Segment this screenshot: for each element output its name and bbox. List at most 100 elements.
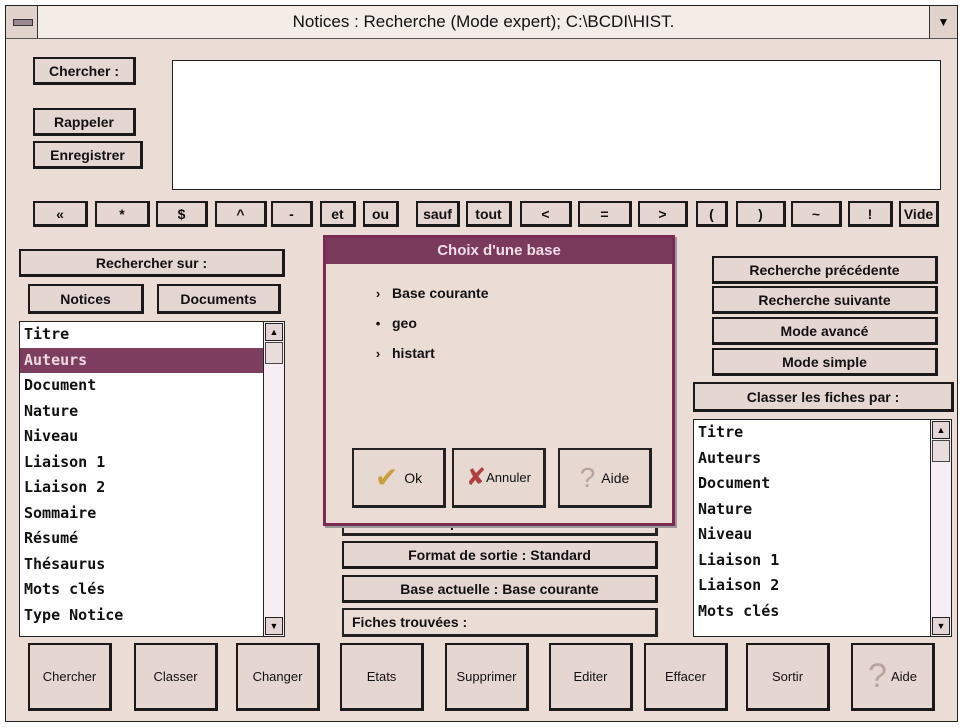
search-query-field[interactable] xyxy=(172,60,941,190)
operator-button[interactable]: tout xyxy=(466,201,512,227)
mode-simple-button[interactable]: Mode simple xyxy=(712,348,938,376)
aide-label: Aide xyxy=(890,669,917,684)
operator-button[interactable]: - xyxy=(271,201,313,227)
annuler-label: Annuler xyxy=(486,470,531,485)
recherche-precedente-button[interactable]: Recherche précédente xyxy=(712,256,938,284)
ok-button[interactable]: ✔ Ok xyxy=(352,448,446,508)
system-menu-button[interactable] xyxy=(6,6,38,38)
notices-button[interactable]: Notices xyxy=(28,284,144,314)
cross-icon: ✘ xyxy=(466,464,487,491)
dialog-title: Choix d'une base xyxy=(326,238,672,264)
main-window: Notices : Recherche (Mode expert); C:\BC… xyxy=(5,5,958,722)
list-item[interactable]: Liaison 2 xyxy=(20,475,284,501)
operator-button[interactable]: = xyxy=(578,201,632,227)
rappeler-button[interactable]: Rappeler xyxy=(33,108,136,136)
list-item[interactable]: Niveau xyxy=(694,522,951,548)
search-fields-list[interactable]: Titre Auteurs Document Nature Niveau Lia… xyxy=(19,321,285,637)
operator-button[interactable]: ( xyxy=(696,201,728,227)
radio-label: Base courante xyxy=(392,285,489,301)
scroll-up-icon[interactable]: ▲ xyxy=(265,323,283,341)
sortir-button[interactable]: Sortir xyxy=(746,643,830,711)
operator-button[interactable]: ^ xyxy=(215,201,267,227)
checkmark-icon: ✔ xyxy=(374,462,399,493)
editer-button[interactable]: Editer xyxy=(549,643,633,711)
annuler-button[interactable]: ✘ Annuler xyxy=(452,448,546,508)
scroll-down-icon[interactable]: ▼ xyxy=(932,617,950,635)
effacer-button[interactable]: Effacer xyxy=(644,643,728,711)
title-bar: Notices : Recherche (Mode expert); C:\BC… xyxy=(6,6,957,39)
window-title: Notices : Recherche (Mode expert); C:\BC… xyxy=(292,12,675,31)
classer-fiches-label: Classer les fiches par : xyxy=(693,382,954,412)
recherche-suivante-button[interactable]: Recherche suivante xyxy=(712,286,938,314)
system-menu-icon xyxy=(13,19,33,26)
format-sortie-button[interactable]: Format de sortie : Standard xyxy=(342,541,658,569)
sort-fields-list[interactable]: Titre Auteurs Document Nature Niveau Lia… xyxy=(693,419,952,637)
radio-geo[interactable]: • geo xyxy=(372,315,417,331)
list-item[interactable]: Type Notice xyxy=(20,603,284,629)
list-item[interactable]: Nature xyxy=(694,497,951,523)
radio-histart[interactable]: › histart xyxy=(372,345,435,361)
operator-button[interactable]: sauf xyxy=(416,201,460,227)
radio-marker-icon: › xyxy=(375,346,381,361)
operator-button[interactable]: Vide xyxy=(899,201,939,227)
operator-button[interactable]: « xyxy=(33,201,88,227)
ok-label: Ok xyxy=(404,469,423,486)
list-item[interactable]: Document xyxy=(20,373,284,399)
choix-base-dialog: Choix d'une base › Base courante • geo › hi… xyxy=(323,235,675,526)
list-item[interactable]: Niveau xyxy=(20,424,284,450)
list-item[interactable]: Nature xyxy=(20,399,284,425)
mode-avance-button[interactable]: Mode avancé xyxy=(712,317,938,345)
supprimer-button[interactable]: Supprimer xyxy=(445,643,529,711)
window-dropdown-button[interactable]: ▼ xyxy=(929,6,957,38)
enregistrer-button[interactable]: Enregistrer xyxy=(33,141,143,169)
scroll-thumb[interactable] xyxy=(265,342,283,364)
list-item[interactable]: Sommaire xyxy=(20,501,284,527)
operator-button[interactable]: * xyxy=(95,201,150,227)
list-item[interactable]: Mots clés xyxy=(694,599,951,625)
operator-button[interactable]: ~ xyxy=(791,201,842,227)
base-actuelle-button[interactable]: Base actuelle : Base courante xyxy=(342,575,658,603)
etats-button[interactable]: Etats xyxy=(340,643,424,711)
changer-button[interactable]: Changer xyxy=(236,643,320,711)
aide-button[interactable]: ? Aide xyxy=(851,643,935,711)
fiches-trouvees-label: Fiches trouvées : xyxy=(352,614,468,630)
list-item[interactable]: Liaison 1 xyxy=(694,548,951,574)
list-item[interactable]: Mots clés xyxy=(20,577,284,603)
scroll-thumb[interactable] xyxy=(932,440,950,462)
radio-base-courante[interactable]: › Base courante xyxy=(372,285,489,301)
operator-button[interactable]: > xyxy=(638,201,688,227)
fiches-trouvees-box: Fiches trouvées : xyxy=(342,608,658,637)
list-item[interactable]: Résumé xyxy=(20,526,284,552)
scrollbar[interactable]: ▲ ▼ xyxy=(930,420,951,636)
list-item[interactable]: Document xyxy=(694,471,951,497)
list-item[interactable]: Thésaurus xyxy=(20,552,284,578)
radio-label: geo xyxy=(392,315,417,331)
operator-button[interactable]: ou xyxy=(363,201,399,227)
radio-marker-icon: › xyxy=(375,286,381,301)
operator-button[interactable]: ! xyxy=(848,201,893,227)
chercher-button[interactable]: Chercher xyxy=(28,643,112,711)
operator-button[interactable]: $ xyxy=(156,201,208,227)
documents-button[interactable]: Documents xyxy=(157,284,281,314)
help-icon: ? xyxy=(868,657,887,695)
list-item-selected[interactable]: Auteurs xyxy=(20,347,284,373)
list-item[interactable]: Liaison 1 xyxy=(20,450,284,476)
operator-button[interactable]: et xyxy=(320,201,356,227)
scrollbar[interactable]: ▲ ▼ xyxy=(263,322,284,636)
rechercher-sur-label: Rechercher sur : xyxy=(19,249,285,277)
operator-button[interactable]: < xyxy=(520,201,572,227)
chercher-label: Chercher : xyxy=(33,57,136,85)
list-item[interactable]: Liaison 2 xyxy=(694,573,951,599)
scroll-down-icon[interactable]: ▼ xyxy=(265,617,283,635)
list-item[interactable]: Auteurs xyxy=(694,446,951,472)
help-icon: ? xyxy=(579,461,596,493)
classer-button[interactable]: Classer xyxy=(134,643,218,711)
dialog-aide-label: Aide xyxy=(601,469,630,486)
radio-label: histart xyxy=(392,345,435,361)
list-item[interactable]: Titre xyxy=(694,420,951,446)
chevron-down-icon: ▼ xyxy=(937,15,950,29)
dialog-aide-button[interactable]: ? Aide xyxy=(558,448,652,508)
operator-button[interactable]: ) xyxy=(736,201,786,227)
scroll-up-icon[interactable]: ▲ xyxy=(932,421,950,439)
list-item[interactable]: Titre xyxy=(20,322,284,348)
